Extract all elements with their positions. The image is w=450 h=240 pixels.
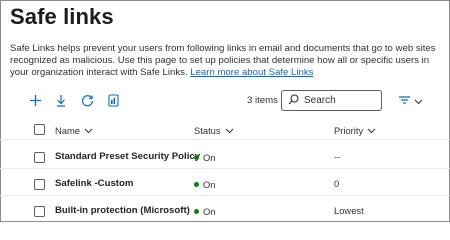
report-icon[interactable] <box>105 92 121 108</box>
column-label-priority: Priority <box>334 125 364 136</box>
add-icon[interactable] <box>27 92 43 108</box>
priority-cell: 0 <box>334 178 340 189</box>
command-bar <box>0 88 450 114</box>
table-row[interactable]: Safelink -Custom On 0 <box>0 170 450 196</box>
learn-more-link[interactable]: Learn more about Safe Links <box>190 67 313 78</box>
policy-name[interactable]: Standard Preset Security Policy <box>55 151 200 162</box>
row-checkbox[interactable] <box>34 152 45 163</box>
priority-cell: -- <box>334 151 341 162</box>
search-icon <box>288 92 299 110</box>
filter-icon <box>398 92 411 110</box>
status-dot-icon <box>194 209 199 214</box>
search-input[interactable]: Search <box>281 90 382 111</box>
table-row[interactable]: Built-in protection (Microsoft) On Lowes… <box>0 197 450 223</box>
policy-name[interactable]: Safelink -Custom <box>55 178 133 189</box>
policy-name[interactable]: Built-in protection (Microsoft) <box>55 205 190 216</box>
download-icon[interactable] <box>53 92 69 108</box>
refresh-icon[interactable] <box>79 92 95 108</box>
status-cell: On <box>194 179 216 190</box>
status-dot-icon <box>194 155 199 160</box>
column-header-status[interactable]: Status <box>194 125 234 136</box>
priority-cell: Lowest <box>334 205 364 216</box>
page-title: Safe links <box>10 4 114 29</box>
row-checkbox[interactable] <box>34 179 45 190</box>
items-count: 3 items <box>247 95 278 106</box>
sort-chevron-icon <box>84 128 93 133</box>
chevron-down-icon <box>414 92 423 110</box>
select-all-checkbox[interactable] <box>34 124 45 135</box>
status-cell: On <box>194 152 216 163</box>
status-text: On <box>203 152 216 163</box>
column-header-name[interactable]: Name <box>55 125 93 136</box>
column-label-status: Status <box>194 125 221 136</box>
status-text: On <box>203 206 216 217</box>
status-text: On <box>203 179 216 190</box>
row-checkbox[interactable] <box>34 206 45 217</box>
column-label-name: Name <box>55 125 81 136</box>
page-description: Safe Links helps prevent your users from… <box>10 43 446 79</box>
filter-button[interactable] <box>398 93 426 109</box>
table-header: Name Status Priority <box>0 120 450 140</box>
status-dot-icon <box>194 182 199 187</box>
sort-chevron-icon <box>225 128 233 133</box>
sort-chevron-icon <box>367 128 376 133</box>
search-placeholder: Search <box>304 95 336 106</box>
column-header-priority[interactable]: Priority <box>334 125 376 136</box>
status-cell: On <box>194 206 216 217</box>
table-row[interactable]: Standard Preset Security Policy On -- <box>0 143 450 169</box>
